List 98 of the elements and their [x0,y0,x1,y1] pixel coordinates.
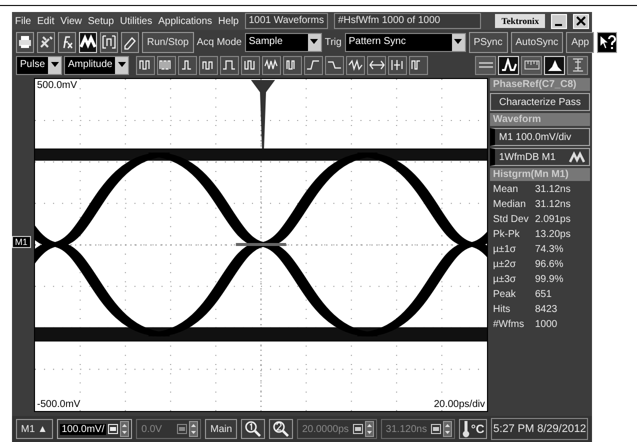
waveform-icon[interactable] [79,32,97,52]
measure-type-dropdown[interactable]: Amplitude [64,56,130,74]
spinner-icon [189,421,198,437]
run-stop-button[interactable]: Run/Stop [142,32,194,52]
stat-value: 74.3% [535,243,564,256]
menu-item[interactable]: Applications [158,16,212,26]
stat-label: Peak [493,288,517,301]
measurement-icon[interactable] [220,56,240,74]
stat-label: Median [493,198,527,211]
stat-label: Std Dev [493,213,530,226]
measure-category-dropdown[interactable]: Pulse [16,56,62,74]
waveform-database-label: 1WfmDB M1 [499,152,556,162]
panel-header: Waveform [490,113,590,126]
date-time: 5:27 PM 8/29/2012 [491,418,588,440]
toolbar-button[interactable]: App [566,32,594,52]
zoom-one-icon[interactable] [241,419,266,439]
stat-label: µ±2σ [493,258,517,271]
ruler-icon[interactable] [521,56,542,74]
menu-item[interactable]: View [60,16,82,26]
channel-marker[interactable]: M1 [12,236,31,248]
measurement-icon[interactable] [178,56,198,74]
characterize-button[interactable]: Characterize Pass [490,93,590,111]
menu-item[interactable]: Utilities [120,16,152,26]
acq-mode-dropdown[interactable]: Sample [244,32,322,52]
spinner-icon [364,421,374,437]
measurement-icon[interactable] [304,56,324,74]
panel-header: PhaseRef(C7_C8) [490,78,590,91]
timebase-button[interactable]: Main [205,419,238,439]
keypad-icon [430,424,441,434]
help-pointer-icon[interactable] [597,32,618,52]
measurement-icon[interactable] [241,56,260,74]
measurement-icon[interactable] [409,56,428,74]
waveform-count-field: 1001 Waveforms [244,13,328,29]
close-icon[interactable] [573,14,589,28]
zoom-two-icon[interactable] [269,419,294,439]
stat-value: 99.9% [535,273,564,286]
waveform-database-button[interactable]: 1WfmDB M1 [490,148,590,166]
toolbar-button[interactable]: PSync [468,32,508,52]
menu-item[interactable]: Setup [88,16,114,26]
printer-icon[interactable] [16,32,34,52]
scale-bottom-label: -500.0mV [36,399,82,410]
spinner-icon [120,421,130,437]
toolbar-button[interactable]: AutoSync [510,32,564,52]
menu-item[interactable]: File [15,16,32,26]
measurement-icon[interactable] [367,56,386,74]
stat-label: #Wfms [493,318,526,331]
measurement-icon[interactable] [325,56,344,74]
stat-label: µ±1σ [493,243,517,256]
channel-button[interactable]: M1 ▲ [16,419,53,439]
stat-value: 1000 [535,318,558,331]
measurement-icon[interactable] [199,56,218,74]
minimize-icon[interactable] [551,14,567,28]
stat-value: 31.12ns [535,183,571,196]
stat-value: 96.6% [535,258,564,271]
keypad-icon [352,424,363,434]
menu-item[interactable]: Edit [37,16,54,26]
scale-top-label: 500.0mV [36,80,78,91]
measurement-icon[interactable] [262,56,282,74]
trigger-marker-icon [250,80,276,148]
spinner-icon [442,421,452,437]
timebase-label: 20.00ps/div [432,399,486,410]
vertical-ruler-icon[interactable] [567,56,588,74]
stat-value: 8423 [535,303,558,316]
measurement-icon[interactable] [346,56,366,74]
measurement-icon[interactable] [157,56,176,74]
waveform-icon [569,151,585,163]
panel-header: Histgrm(Mn M1) [490,168,590,181]
stat-label: Pk-Pk [493,228,521,241]
caret-icon [50,62,59,68]
stat-label: Mean [493,183,520,196]
measurement-icon[interactable] [136,56,156,74]
tools-icon[interactable] [37,32,55,52]
trig-label: Trig [324,36,342,48]
caret-icon [454,39,462,45]
function-icon[interactable] [58,32,76,52]
stat-value: 2.091ps [535,213,571,226]
stat-label: µ±3σ [493,273,517,286]
measurement-icon[interactable] [388,56,408,74]
temperature-unit: °C [470,422,484,436]
acq-mode-label: Acq Mode [196,36,242,48]
measurement-icon[interactable] [283,56,302,74]
caret-icon [118,62,126,68]
stat-label: Hits [493,303,512,316]
histogram-icon[interactable] [544,56,565,74]
stat-value: 651 [535,288,552,301]
keypad-icon [108,424,118,434]
scale-field[interactable]: 100.0mV/ [56,419,132,439]
caret-icon [310,39,318,45]
stat-value: 31.12ns [535,198,571,211]
menu-item[interactable]: Help [218,16,239,26]
waveform-scale-button[interactable]: M1 100.0mV/div [490,128,590,146]
stat-value: 13.20ps [535,228,571,241]
waveform-index-field: #HsfWfm 1000 of 1000 [334,13,482,29]
trigger-dropdown[interactable]: Pattern Sync [344,32,466,52]
pulse-wave-icon[interactable] [498,56,519,74]
brand-logo: Tektronix [495,14,545,28]
keypad-icon [177,424,188,434]
thermometer-icon [462,420,470,438]
